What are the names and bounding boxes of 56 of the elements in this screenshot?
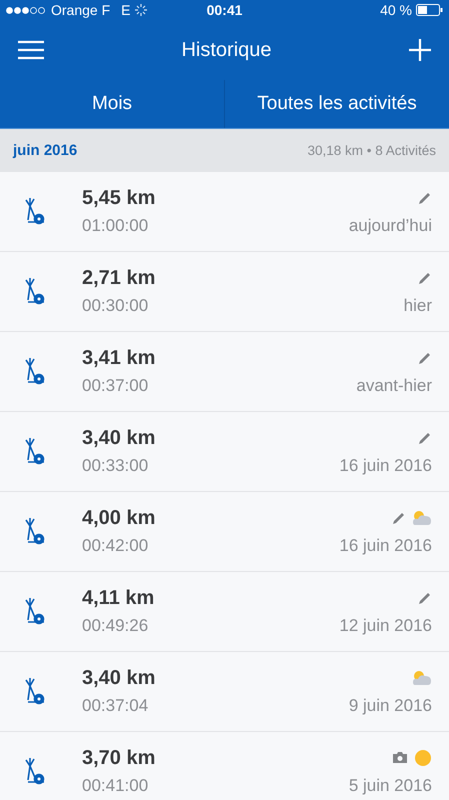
camera-icon[interactable] bbox=[392, 751, 408, 764]
activity-row[interactable]: 3,70 km 00:41:00 5 juin 2016 bbox=[0, 732, 449, 800]
activity-date: 16 juin 2016 bbox=[339, 536, 432, 556]
activity-duration: 00:49:26 bbox=[82, 616, 150, 636]
partly-cloudy-icon bbox=[412, 670, 432, 686]
activity-distance: 4,11 km bbox=[82, 587, 156, 610]
activity-date: avant-hier bbox=[356, 376, 432, 396]
network-type: E bbox=[121, 2, 130, 18]
activity-date: 12 juin 2016 bbox=[339, 616, 432, 636]
activity-row[interactable]: 4,00 km 00:42:00 16 juin 2016 bbox=[0, 492, 449, 572]
activity-distance: 3,40 km bbox=[82, 667, 156, 690]
battery-icon bbox=[416, 4, 443, 16]
tab[interactable]: Toutes les activités bbox=[224, 80, 449, 128]
activity-distance: 5,45 km bbox=[82, 187, 156, 210]
activity-distance: 3,40 km bbox=[82, 427, 156, 450]
activity-duration: 00:37:04 bbox=[82, 696, 150, 716]
battery-percent: 40 % bbox=[380, 2, 412, 18]
screen-title: Historique bbox=[181, 38, 272, 62]
pencil-icon[interactable] bbox=[418, 350, 432, 364]
partly-cloudy-icon bbox=[412, 510, 432, 526]
pencil-icon[interactable] bbox=[418, 270, 432, 284]
month-title: juin 2016 bbox=[13, 142, 78, 159]
activity-date: 9 juin 2016 bbox=[348, 696, 432, 716]
activity-date: aujourd’hui bbox=[348, 216, 432, 236]
activity-distance: 4,00 km bbox=[82, 507, 156, 530]
activity-spinner-icon bbox=[135, 4, 148, 16]
activity-duration: 00:30:00 bbox=[82, 296, 150, 316]
carrier-name: Orange F bbox=[51, 2, 110, 18]
activity-row[interactable]: 2,71 km 00:30:00 hier bbox=[0, 252, 449, 332]
menu-icon[interactable] bbox=[18, 40, 44, 60]
clock-time: 00:41 bbox=[206, 2, 242, 18]
tab[interactable]: Mois bbox=[0, 80, 224, 128]
pencil-icon[interactable] bbox=[392, 510, 406, 524]
plus-icon[interactable] bbox=[408, 39, 431, 61]
sun-icon bbox=[414, 748, 432, 766]
activity-date: 16 juin 2016 bbox=[339, 456, 432, 476]
activity-row[interactable]: 3,40 km 00:37:04 9 juin 2016 bbox=[0, 652, 449, 732]
activity-date: hier bbox=[404, 296, 432, 316]
activity-date: 5 juin 2016 bbox=[348, 776, 432, 796]
activity-duration: 01:00:00 bbox=[82, 216, 150, 236]
activity-duration: 00:37:00 bbox=[82, 376, 150, 396]
pencil-icon[interactable] bbox=[418, 430, 432, 444]
activity-row[interactable]: 3,41 km 00:37:00 avant-hier bbox=[0, 332, 449, 412]
activity-distance: 2,71 km bbox=[82, 267, 156, 290]
activity-duration: 00:33:00 bbox=[82, 456, 150, 476]
activity-row[interactable]: 5,45 km 01:00:00 aujourd’hui bbox=[0, 172, 449, 252]
activity-duration: 00:42:00 bbox=[82, 536, 150, 556]
pencil-icon[interactable] bbox=[418, 190, 432, 204]
activity-distance: 3,41 km bbox=[82, 347, 156, 370]
activity-duration: 00:41:00 bbox=[82, 776, 150, 796]
activity-distance: 3,70 km bbox=[82, 747, 156, 770]
month-summary: 30,18 km • 8 Activités bbox=[307, 143, 436, 158]
signal-icon bbox=[6, 6, 46, 14]
activity-row[interactable]: 3,40 km 00:33:00 16 juin 2016 bbox=[0, 412, 449, 492]
activity-row[interactable]: 4,11 km 00:49:26 12 juin 2016 bbox=[0, 572, 449, 652]
pencil-icon[interactable] bbox=[418, 590, 432, 604]
